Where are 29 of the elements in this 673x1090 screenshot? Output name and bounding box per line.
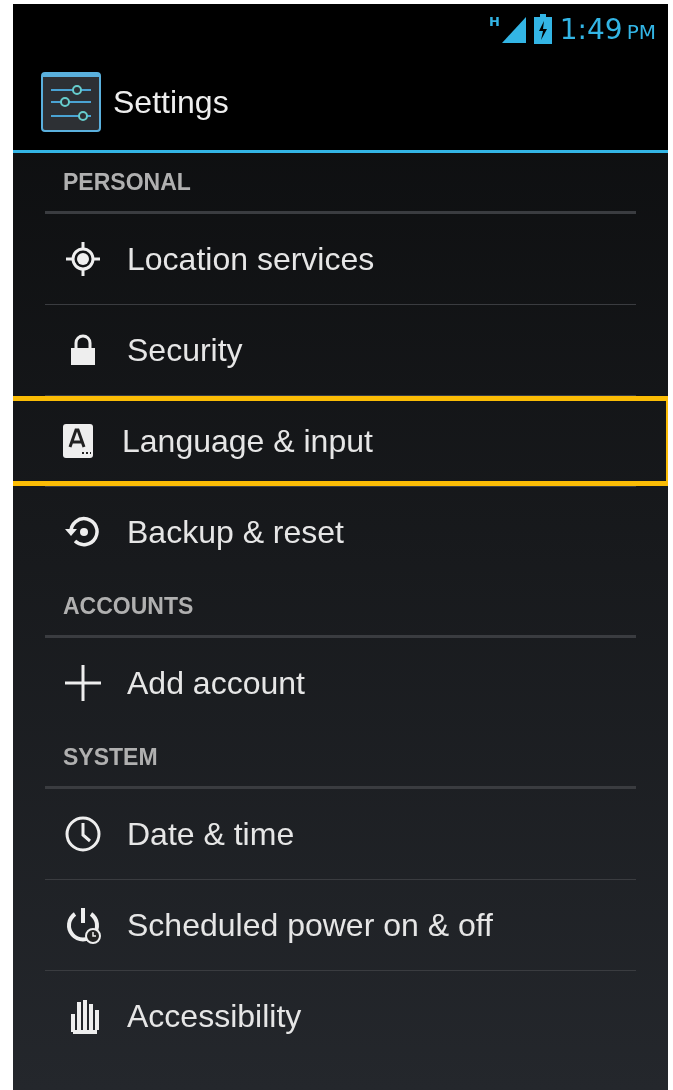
battery-charging-icon [533,14,552,44]
item-label: Location services [127,240,375,278]
network-type: H [488,14,500,29]
highlighted-settings-item[interactable]: Language & input [13,396,668,486]
settings-item[interactable]: Scheduled power on & off [13,880,668,970]
item-label: Add account [127,664,305,702]
settings-item[interactable]: Location services [13,214,668,304]
settings-item[interactable]: Add account [13,638,668,728]
sliders-app-icon [41,72,101,132]
item-label: Language & input [122,422,373,460]
item-label: Scheduled power on & off [127,906,493,944]
clock-icon [63,814,103,854]
settings-item[interactable]: Security [13,305,668,395]
section-header: PERSONAL [45,153,636,214]
settings-item[interactable]: Date & time [13,789,668,879]
clock-time: 1:49 [559,12,623,46]
item-label: Date & time [127,815,295,853]
location-target-icon [63,239,103,279]
settings-item[interactable]: Accessibility [13,971,668,1061]
section-header: SYSTEM [45,728,636,789]
signal-icon [499,15,526,43]
settings-item[interactable]: Backup & reset [13,487,668,577]
item-label: Security [127,331,243,369]
item-label: Accessibility [127,997,302,1035]
screen-title: Settings [113,83,229,121]
section-header: ACCOUNTS [45,577,636,638]
clock-period: PM [626,20,656,44]
item-label: Backup & reset [127,513,344,551]
plus-icon [63,663,103,703]
